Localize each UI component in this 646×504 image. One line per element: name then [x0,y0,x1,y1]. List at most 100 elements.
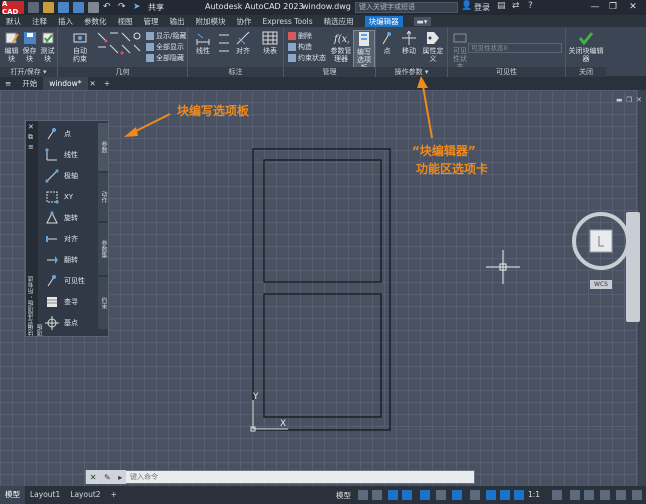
tab-addins[interactable]: 附加模块 [196,16,226,27]
visibility-state-dropdown[interactable]: 可见性状态0 [468,43,562,53]
transparency-icon[interactable] [486,490,496,500]
share-icon[interactable]: ➤ [133,2,144,13]
wcs-label[interactable]: WCS [590,280,612,289]
maximize-icon[interactable]: ❐ [606,1,620,13]
palette-autohide-icon[interactable]: ⧉ [28,133,33,142]
autocad-logo[interactable]: A CAD [2,0,24,16]
layout-tab-layout2[interactable]: Layout2 [65,486,105,504]
visibility-states-button[interactable]: 可见性状态 [450,30,470,71]
cart-icon[interactable]: ▤ [497,1,506,11]
tab-collaborate[interactable]: 协作 [237,16,252,27]
tab-default[interactable]: 默认 [6,16,21,27]
tab-manage[interactable]: 管理 [144,16,159,27]
login-link[interactable]: 登录 [474,2,490,13]
delete-constraint-button[interactable]: 删除 [288,31,312,41]
layout-tab-layout1[interactable]: Layout1 [25,486,65,504]
palette-item-base-point[interactable]: 基点 [45,315,78,331]
dimension-small-icons[interactable] [217,31,231,59]
file-tab-window[interactable]: window* [43,77,88,90]
linear-dimension-button[interactable]: 线性 [192,30,214,55]
dynamic-input-icon[interactable] [402,490,412,500]
palette-tab-parameter-sets[interactable]: 参数集 [98,223,108,275]
annotation-visibility-icon[interactable] [514,490,524,500]
cmd-prompt-icon[interactable]: ▸ [118,473,122,482]
palette-tab-parameters[interactable]: 参数 [98,123,108,171]
attribute-definition-button[interactable]: 属性定义 [422,30,444,63]
customization-icon[interactable] [632,490,642,500]
block-table-button[interactable]: 块表 [260,30,280,55]
aligned-dimension-button[interactable]: 对齐 [232,30,254,55]
close-icon[interactable]: ✕ [626,1,640,13]
navigation-bar[interactable] [626,212,640,322]
open-file-icon[interactable] [43,2,54,13]
model-space-button[interactable]: 模型 [336,490,351,501]
command-input[interactable] [126,471,474,483]
palette-tab-actions[interactable]: 动作 [98,173,108,221]
move-action-button[interactable]: 移动 [398,30,420,55]
cmd-customize-icon[interactable]: ✎ [104,473,111,482]
annotation-scale[interactable]: 1:1 [528,490,540,499]
help-icon[interactable]: ? [528,1,533,11]
construction-button[interactable]: 构造 [288,42,312,52]
save-block-button[interactable]: 保存块 [21,30,38,63]
palette-tab-constraints[interactable]: 约束 [98,277,108,329]
lineweight-icon[interactable] [470,490,480,500]
plot-icon[interactable] [88,2,99,13]
share-label[interactable]: 共享 [148,2,164,13]
tab-view[interactable]: 视图 [118,16,133,27]
hide-all-button[interactable]: 全部隐藏 [146,53,184,63]
parameters-manager-button[interactable]: f(x) 参数管理器 [330,30,352,63]
annotation-monitor-icon[interactable] [570,490,580,500]
search-input[interactable]: 键入关键字或短语 [355,2,458,13]
palette-item-flip[interactable]: 翻转 [45,252,78,268]
layout-tab-model[interactable]: 模型 [0,486,25,504]
palette-item-linear[interactable]: 线性 [45,147,78,163]
redo-icon[interactable]: ↷ [118,2,129,13]
menu-icon[interactable]: ≡ [0,77,16,90]
save-as-icon[interactable] [73,2,84,13]
edit-block-button[interactable]: 编辑块 [3,30,20,63]
palette-item-visibility[interactable]: 可见性 [45,273,85,289]
test-block-button[interactable]: 测试块 [39,30,56,63]
panel-title-open-save[interactable]: 打开/保存 ▾ [0,67,57,77]
close-block-editor-button[interactable]: 关闭块编辑器 [568,30,604,63]
palette-properties-icon[interactable]: ≡ [28,143,34,151]
new-layout-button[interactable]: + [106,486,122,504]
constraint-status-button[interactable]: 约束状态 [288,53,326,63]
share-user-icon[interactable]: ⇄ [512,1,520,11]
file-tab-start[interactable]: 开始 [16,77,43,90]
geometric-constraint-icons[interactable] [96,31,144,61]
ortho-icon[interactable] [420,490,430,500]
palette-item-point[interactable]: 点 [45,126,71,142]
minimize-icon[interactable]: — [588,1,602,13]
user-icon[interactable]: 👤 [461,1,472,11]
cmd-close-icon[interactable]: ✕ [90,473,97,482]
palette-title-bar[interactable]: ✕ ⧉ ≡ 块编写选项板 - 所有选项板 [26,121,44,336]
tab-insert[interactable]: 插入 [58,16,73,27]
undo-icon[interactable]: ↶ [103,2,114,13]
snap-icon[interactable] [372,490,382,500]
close-file-tab-icon[interactable]: ✕ [88,77,98,90]
polar-tracking-icon[interactable] [436,490,446,500]
tab-express-tools[interactable]: Express Tools [263,17,313,26]
units-icon[interactable] [584,490,594,500]
viewcube[interactable] [570,208,632,288]
tab-annotate[interactable]: 注释 [32,16,47,27]
tab-block-editor[interactable]: 块编辑器 [364,15,403,27]
new-file-icon[interactable] [28,2,39,13]
isolate-objects-icon[interactable] [600,490,610,500]
tab-output[interactable]: 输出 [170,16,185,27]
palette-item-lookup[interactable]: 查寻 [45,294,78,310]
save-icon[interactable] [58,2,69,13]
viewport-restore-icon[interactable]: ❐ [626,96,632,104]
viewport-close-icon[interactable]: ✕ [636,96,642,104]
tab-parametric[interactable]: 参数化 [84,16,107,27]
auto-constrain-button[interactable]: 自动约束 [70,30,90,63]
object-snap-icon[interactable] [452,490,462,500]
palette-item-xy[interactable]: XY [45,189,73,205]
selection-cycling-icon[interactable] [500,490,510,500]
grid-icon[interactable] [358,490,368,500]
ribbon-options-icon[interactable]: ▬▾ [413,16,431,26]
new-file-tab-button[interactable]: + [98,77,116,90]
tab-featured-apps[interactable]: 精选应用 [324,16,354,27]
